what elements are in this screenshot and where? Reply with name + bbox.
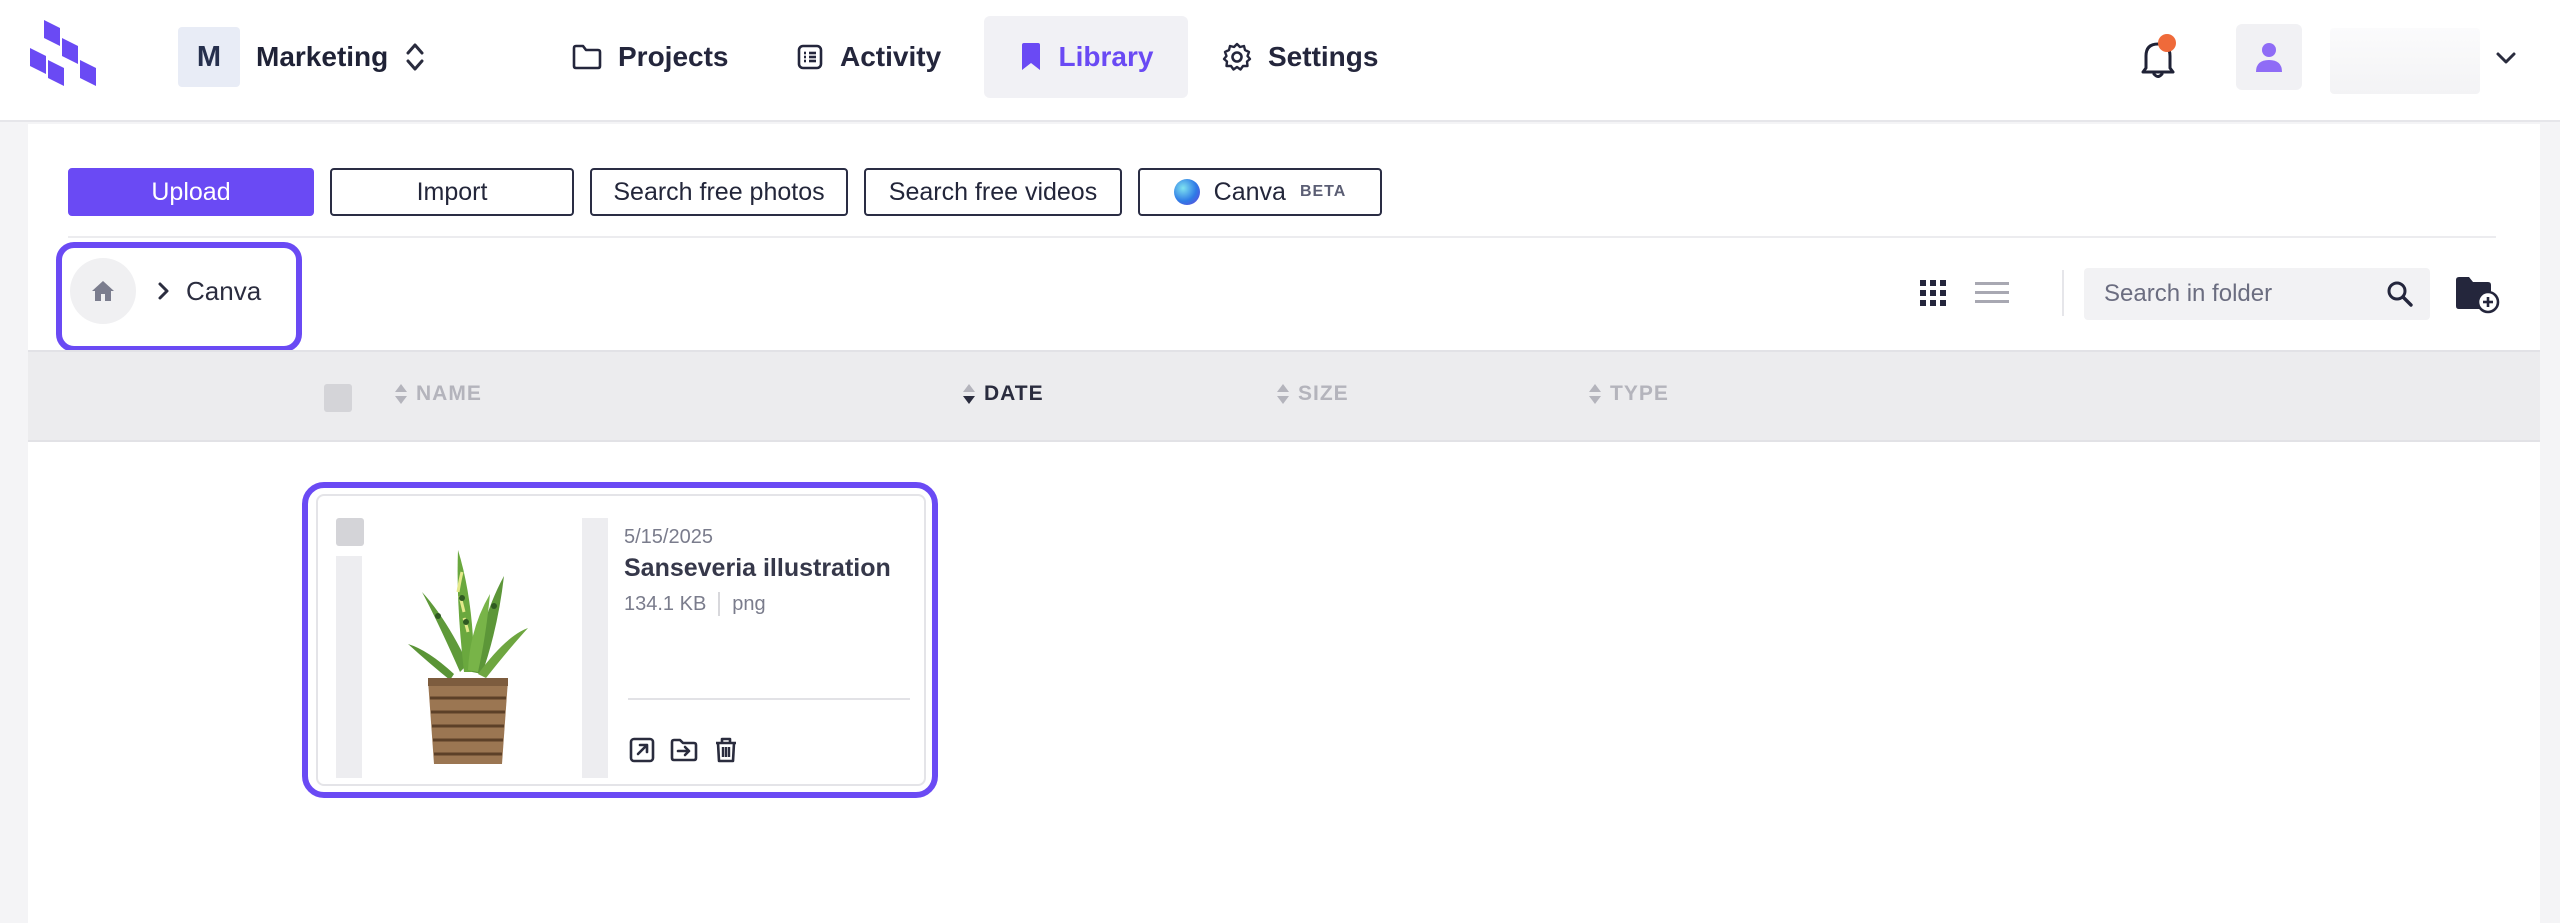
workspace-switcher[interactable]: M Marketing <box>178 27 426 87</box>
canva-logo-icon <box>1173 179 1200 205</box>
sort-icon <box>963 384 975 404</box>
user-name-redacted <box>2330 28 2480 94</box>
workspace-avatar: M <box>178 27 240 87</box>
file-size: 134.1 KB <box>624 592 707 615</box>
canva-button-label: Canva <box>1213 177 1286 206</box>
workspace-name: Marketing <box>256 41 389 72</box>
breadcrumb-current-folder[interactable]: Canva <box>186 276 261 307</box>
library-toolbar: Upload Import Search free photos Search … <box>68 168 1398 216</box>
list-view-icon[interactable] <box>1974 280 2010 306</box>
file-actions <box>628 736 754 764</box>
top-navigation-bar: M Marketing Projects Activity Library Se… <box>0 0 2560 122</box>
gear-icon <box>1222 42 1252 71</box>
file-card[interactable]: 5/15/2025 Sanseveria illustration 134.1 … <box>316 494 926 786</box>
chevron-down-icon[interactable] <box>2494 46 2518 70</box>
chevron-up-down-icon <box>406 43 424 71</box>
canva-button[interactable]: Canva BETA <box>1138 168 1382 216</box>
bookmark-icon <box>1021 43 1040 70</box>
notification-badge <box>2158 34 2176 52</box>
sort-icon <box>1589 384 1601 404</box>
search-in-folder-input[interactable] <box>2104 280 2374 308</box>
user-avatar[interactable] <box>2236 24 2302 90</box>
search-free-photos-button[interactable]: Search free photos <box>590 168 848 216</box>
app-logo[interactable] <box>26 20 100 88</box>
file-meta: 134.1 KB png <box>624 592 766 616</box>
sort-icon <box>1277 384 1289 404</box>
nav-library-label: Library <box>1058 41 1154 72</box>
chevron-right-icon <box>158 282 169 300</box>
nav-activity-label: Activity <box>840 41 942 72</box>
plant-thumbnail-image <box>408 550 528 764</box>
file-table-header: NAME DATE SIZE TYPE <box>28 350 2540 442</box>
meta-divider <box>718 592 721 616</box>
nav-settings-label: Settings <box>1268 41 1379 72</box>
thumbnail-frame-left <box>336 556 362 778</box>
home-icon <box>92 281 114 301</box>
select-all-checkbox[interactable] <box>324 384 352 412</box>
upload-button[interactable]: Upload <box>68 168 314 216</box>
activity-list-icon <box>797 44 823 70</box>
new-folder-icon[interactable] <box>2454 274 2500 314</box>
toolbar-divider <box>68 236 2496 238</box>
column-header-name[interactable]: NAME <box>394 382 482 406</box>
grid-view-icon[interactable] <box>1918 278 1948 308</box>
folder-search <box>2084 268 2430 320</box>
file-type: png <box>732 592 766 615</box>
search-free-videos-button[interactable]: Search free videos <box>864 168 1122 216</box>
column-size-label: SIZE <box>1298 382 1349 405</box>
file-date: 5/15/2025 <box>624 526 713 548</box>
folder-icon <box>572 44 602 70</box>
column-header-type[interactable]: TYPE <box>1588 382 1669 406</box>
file-name[interactable]: Sanseveria illustration <box>624 554 920 583</box>
nav-activity[interactable]: Activity <box>796 16 941 98</box>
card-divider <box>628 698 910 700</box>
column-date-label: DATE <box>984 382 1044 405</box>
nav-library[interactable]: Library <box>984 16 1188 98</box>
open-external-icon[interactable] <box>628 736 656 764</box>
nav-projects[interactable]: Projects <box>572 16 729 98</box>
import-button[interactable]: Import <box>330 168 574 216</box>
breadcrumb-home[interactable] <box>70 258 136 324</box>
search-icon[interactable] <box>2386 280 2414 308</box>
column-header-size[interactable]: SIZE <box>1276 382 1349 406</box>
view-divider <box>2062 270 2064 316</box>
sort-icon <box>395 384 407 404</box>
thumbnail-frame-right <box>582 518 608 778</box>
nav-settings[interactable]: Settings <box>1222 16 1378 98</box>
library-panel: Upload Import Search free photos Search … <box>28 124 2540 923</box>
column-name-label: NAME <box>416 382 482 405</box>
nav-projects-label: Projects <box>618 41 729 72</box>
file-select-checkbox[interactable] <box>336 518 364 546</box>
column-type-label: TYPE <box>1610 382 1669 405</box>
beta-badge: BETA <box>1299 183 1347 200</box>
user-icon <box>2256 43 2282 72</box>
trash-icon[interactable] <box>712 736 740 764</box>
column-header-date[interactable]: DATE <box>962 382 1044 406</box>
move-to-folder-icon[interactable] <box>670 736 698 764</box>
